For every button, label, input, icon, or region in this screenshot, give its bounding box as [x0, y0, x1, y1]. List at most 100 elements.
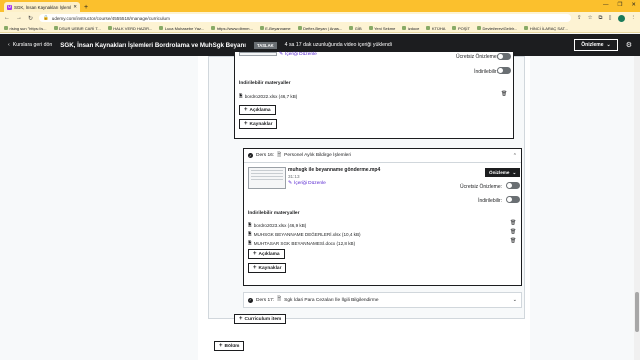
bookmark-item[interactable]: Defter-Beyan | Anas...: [297, 26, 342, 31]
status-badge: TASLAK: [253, 41, 277, 49]
resources-label: Kaynaklar: [249, 121, 273, 127]
profile-avatar[interactable]: [617, 14, 625, 22]
downloadable-label: İndirilebilir:: [478, 198, 502, 204]
menu-kebab-icon[interactable]: ⋮: [631, 15, 637, 22]
lecture-header[interactable]: ✓ Ders 17: 🗎 Sgk İdari Para Cezaları İle…: [244, 293, 521, 307]
file-item: 🗎 MUHSGK BEYANNAME DEĞERLERİ.xlsx (10,4 …: [248, 230, 361, 238]
gear-icon[interactable]: ⚙: [626, 41, 632, 49]
new-tab-icon[interactable]: +: [84, 4, 88, 11]
bookmark-favicon-icon: [349, 26, 354, 30]
materials-header: İndirilebilir materyaller: [248, 211, 300, 216]
sidebar-icon[interactable]: ▯: [608, 15, 611, 22]
preview-label: Önizleme: [489, 170, 510, 175]
close-tab-icon[interactable]: ✕: [73, 4, 77, 10]
chevron-up-icon[interactable]: ⌃: [513, 153, 517, 159]
bookmark-label: rising sun "https://s...: [9, 25, 47, 31]
browser-tab[interactable]: U SGK, İnsan Kaynakları İşlemleri E ✕: [4, 2, 80, 12]
edit-content-link[interactable]: ✎ İçeriği Düzenle: [288, 181, 326, 186]
bookmark-item[interactable]: Luca Muhasebe Yaz...: [159, 26, 204, 31]
downloadable-toggle[interactable]: [497, 67, 511, 74]
video-duration: 31:13: [288, 174, 300, 179]
bookmark-item[interactable]: GİB: [349, 25, 362, 31]
bookmark-item[interactable]: POŞİT: [452, 26, 470, 31]
section-label: Bölüm: [224, 343, 240, 349]
bookmark-label: Luca Muhasebe Yaz...: [164, 25, 205, 31]
back-arrow-icon[interactable]: ←: [4, 15, 10, 21]
bookmark-item[interactable]: HALK VERD HAZIR...: [107, 25, 153, 31]
scrollbar-thumb[interactable]: [635, 292, 639, 332]
edit-content-link[interactable]: ✎ İçeriği Düzenle: [279, 52, 317, 57]
materials-header: İndirilebilir materyaller: [239, 81, 291, 86]
url-text: udemy.com/instructor/course/4555518/mana…: [51, 15, 170, 21]
downloadable-toggle[interactable]: [506, 196, 520, 203]
description-button[interactable]: + Açıklama: [248, 249, 285, 259]
bookmark-favicon-icon: [159, 26, 164, 30]
free-preview-label: Ücretsiz Önizleme:: [456, 54, 498, 60]
free-preview-label: Ücretsiz Önizleme:: [460, 184, 502, 190]
bookmark-star-icon[interactable]: ☆: [588, 15, 593, 22]
bookmark-item[interactable]: izdoce: [402, 26, 419, 31]
bookmark-label: Devlet/ereviGelirlr...: [482, 25, 518, 31]
window-controls: — ❐ ✕: [603, 2, 636, 8]
file-icon: 🗎: [248, 231, 252, 236]
file-name: MUHSGK BEYANNAME DEĞERLERİ.xlsx (10,4 kB…: [253, 231, 361, 237]
bookmark-item[interactable]: HİNCİ İLARAÇ SAT...: [524, 25, 568, 31]
lecture-card-16: ✓ Ders 16: 🗎 Personel Aylık Bildirge İşl…: [243, 148, 522, 286]
trash-icon[interactable]: 🗑: [510, 229, 516, 235]
back-to-courses-link[interactable]: ‹ Kurslara geri dön: [8, 42, 52, 48]
lecture-title: Personel Aylık Bildirge İşlemleri: [284, 153, 352, 158]
add-section-button[interactable]: + Bölüm: [214, 341, 245, 351]
bookmark-label: HİNCİ İLARAÇ SAT...: [529, 25, 568, 31]
description-button[interactable]: + Açıklama: [239, 105, 276, 115]
extensions-icon[interactable]: ⧉: [599, 15, 603, 22]
url-field[interactable]: 🔒 udemy.com/instructor/course/4555518/ma…: [39, 14, 571, 22]
bookmark-label: DSUR UEBIR CARİ T...: [59, 25, 101, 31]
lecture-card-previous: ✎ İçeriği Düzenle Ücretsiz Önizleme: İnd…: [234, 51, 514, 139]
bookmark-favicon-icon: [368, 26, 373, 30]
bookmark-item[interactable]: Devlet/ereviGelirlr...: [476, 25, 518, 31]
bookmark-favicon-icon: [4, 26, 8, 30]
bookmark-item[interactable]: E-Beyanname: [259, 26, 291, 31]
trash-icon[interactable]: 🗑: [501, 91, 507, 97]
share-icon[interactable]: ⇪: [577, 15, 582, 22]
trash-icon[interactable]: 🗑: [510, 238, 516, 244]
edit-content-label: İçeriği Düzenle: [294, 181, 326, 186]
bookmark-favicon-icon: [524, 26, 529, 30]
window-close-icon[interactable]: ✕: [631, 2, 636, 8]
resources-button[interactable]: + Kaynaklar: [239, 119, 278, 129]
curriculum-item-button[interactable]: + Curriculum item: [234, 314, 287, 324]
description-label: Açıklama: [249, 107, 271, 113]
forward-arrow-icon[interactable]: →: [16, 15, 22, 21]
free-preview-toggle[interactable]: [506, 182, 520, 189]
bookmark-item[interactable]: KTÜHA: [426, 26, 445, 31]
maximize-icon[interactable]: ❐: [617, 2, 622, 8]
lecture-title: Sgk İdari Para Cezaları İle İlgili Bilgi…: [284, 297, 379, 303]
curriculum-panel: ✎ İçeriği Düzenle Ücretsiz Önizleme: İnd…: [198, 51, 530, 360]
bookmark-favicon-icon: [259, 26, 264, 30]
resources-button[interactable]: + Kaynaklar: [248, 263, 287, 273]
free-preview-toggle[interactable]: [497, 53, 511, 60]
bookmark-label: izdoce: [407, 25, 420, 31]
bookmark-item[interactable]: https://www.dbmm...: [211, 26, 253, 31]
reload-icon[interactable]: ↻: [28, 15, 33, 22]
lecture-number: Ders 17:: [256, 297, 275, 303]
bookmark-item[interactable]: Yeni Sekme: [368, 26, 395, 31]
bookmark-item[interactable]: DSUR UEBIR CARİ T...: [53, 25, 101, 31]
preview-button[interactable]: Önizleme ⌄: [485, 168, 521, 177]
plus-icon: +: [253, 265, 257, 271]
minimize-icon[interactable]: —: [603, 2, 609, 8]
chevron-left-icon: ‹: [8, 42, 10, 48]
trash-icon[interactable]: 🗑: [510, 220, 516, 226]
plus-icon: +: [219, 343, 223, 349]
lecture-header[interactable]: ✓ Ders 16: 🗎 Personel Aylık Bildirge İşl…: [244, 149, 521, 163]
preview-dropdown-button[interactable]: Önizleme ⌄: [574, 39, 618, 51]
plus-icon: +: [239, 316, 243, 322]
tab-title: SGK, İnsan Kaynakları İşlemleri E: [14, 4, 72, 10]
chevron-down-icon[interactable]: ⌄: [513, 297, 517, 303]
bookmark-label: HALK VERD HAZIR...: [113, 25, 153, 31]
bookmark-item[interactable]: rising sun "https://s...: [4, 26, 47, 31]
bookmark-label: GİB: [354, 25, 362, 31]
lecture-card-17[interactable]: ✓ Ders 17: 🗎 Sgk İdari Para Cezaları İle…: [243, 292, 522, 308]
bookmark-favicon-icon: [476, 26, 481, 30]
file-name: MUHTASAR SGK BEYANNAMESİ.docx (12,8 kB): [253, 240, 356, 246]
